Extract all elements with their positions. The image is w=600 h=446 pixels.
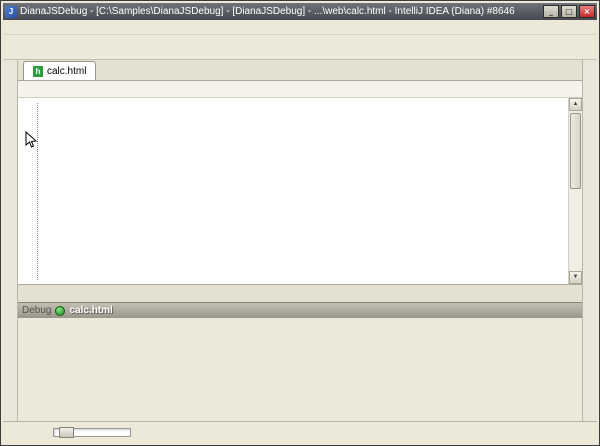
mouse-cursor (25, 131, 37, 149)
editor-bottom-tabs (18, 284, 582, 302)
code-editor[interactable]: ▲ ▼ (18, 98, 582, 284)
scroll-up-icon[interactable]: ▲ (569, 98, 582, 111)
maximize-button[interactable]: □ (561, 5, 577, 18)
editor-tabstrip: h calc.html (18, 60, 582, 81)
breadcrumb (18, 81, 582, 98)
debug-session-file: calc.html (69, 305, 112, 316)
left-dock (3, 60, 18, 421)
debug-toolwindow-header: Debug calc.html (18, 302, 582, 318)
toolbar (3, 35, 597, 60)
debug-panels (18, 339, 582, 421)
menubar (3, 20, 597, 35)
debug-session-icon (55, 306, 65, 316)
player-progress-bar[interactable] (53, 428, 131, 437)
fold-guide-line (37, 103, 38, 280)
scrollbar-thumb[interactable] (570, 113, 581, 189)
html-file-icon: h (33, 66, 43, 77)
intellij-window: J DianaJSDebug - [C:\Samples\DianaJSDebu… (0, 0, 600, 446)
player-progress-thumb[interactable] (59, 427, 74, 438)
debug-tabs-row (18, 318, 582, 339)
right-dock (582, 60, 597, 421)
editor-tab-label: calc.html (47, 66, 86, 77)
window-title: DianaJSDebug - [C:\Samples\DianaJSDebug]… (20, 6, 540, 17)
close-button[interactable]: × (579, 5, 595, 18)
editor-tab-calc-html[interactable]: h calc.html (23, 61, 96, 80)
debug-header-label: Debug (22, 305, 51, 316)
titlebar: J DianaJSDebug - [C:\Samples\DianaJSDebu… (3, 3, 597, 20)
debug-left-toolbar (18, 341, 35, 420)
app-icon: J (5, 6, 17, 18)
minimize-button[interactable]: _ (543, 5, 559, 18)
scroll-down-icon[interactable]: ▼ (569, 271, 582, 284)
editor-scrollbar[interactable]: ▲ ▼ (568, 98, 582, 284)
tutorial-player (53, 428, 140, 437)
statusbar (3, 421, 597, 443)
